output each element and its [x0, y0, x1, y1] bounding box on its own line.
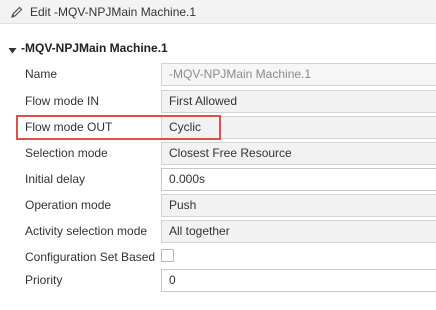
name-field: -MQV-NPJMain Machine.1	[161, 63, 436, 86]
caret-down-icon[interactable]	[8, 44, 17, 53]
property-row-name: Name -MQV-NPJMain Machine.1	[0, 63, 436, 89]
priority-input[interactable]: 0	[161, 269, 436, 292]
property-label: Activity selection mode	[25, 224, 148, 238]
operation-mode-select[interactable]: Push	[161, 194, 436, 217]
property-label: Configuration Set Based	[25, 250, 156, 264]
configuration-set-based-checkbox[interactable]	[161, 249, 174, 262]
property-row-selection-mode: Selection mode Closest Free Resource	[0, 142, 436, 168]
property-label: Priority	[25, 273, 63, 287]
window-titlebar: Edit -MQV-NPJMain Machine.1	[0, 0, 436, 24]
property-label: Selection mode	[25, 146, 108, 160]
property-row-priority: Priority 0	[0, 269, 436, 295]
section-title: -MQV-NPJMain Machine.1	[21, 41, 168, 55]
section-header[interactable]: -MQV-NPJMain Machine.1	[8, 40, 168, 56]
property-label: Flow mode IN	[25, 94, 100, 108]
property-row-flow-mode-in: Flow mode IN First Allowed	[0, 90, 436, 116]
activity-selection-mode-select[interactable]: All together	[161, 220, 436, 243]
window-title: Edit -MQV-NPJMain Machine.1	[30, 4, 197, 19]
initial-delay-input[interactable]: 0.000s	[161, 168, 436, 191]
highlight-box	[16, 115, 221, 140]
flow-mode-in-select[interactable]: First Allowed	[161, 90, 436, 113]
property-label: Name	[25, 67, 58, 81]
property-label: Initial delay	[25, 172, 86, 186]
property-row-initial-delay: Initial delay 0.000s	[0, 168, 436, 194]
property-row-operation-mode: Operation mode Push	[0, 194, 436, 220]
pencil-icon	[10, 5, 24, 19]
selection-mode-select[interactable]: Closest Free Resource	[161, 142, 436, 165]
property-row-activity-selection-mode: Activity selection mode All together	[0, 220, 436, 246]
property-label: Operation mode	[25, 198, 112, 212]
